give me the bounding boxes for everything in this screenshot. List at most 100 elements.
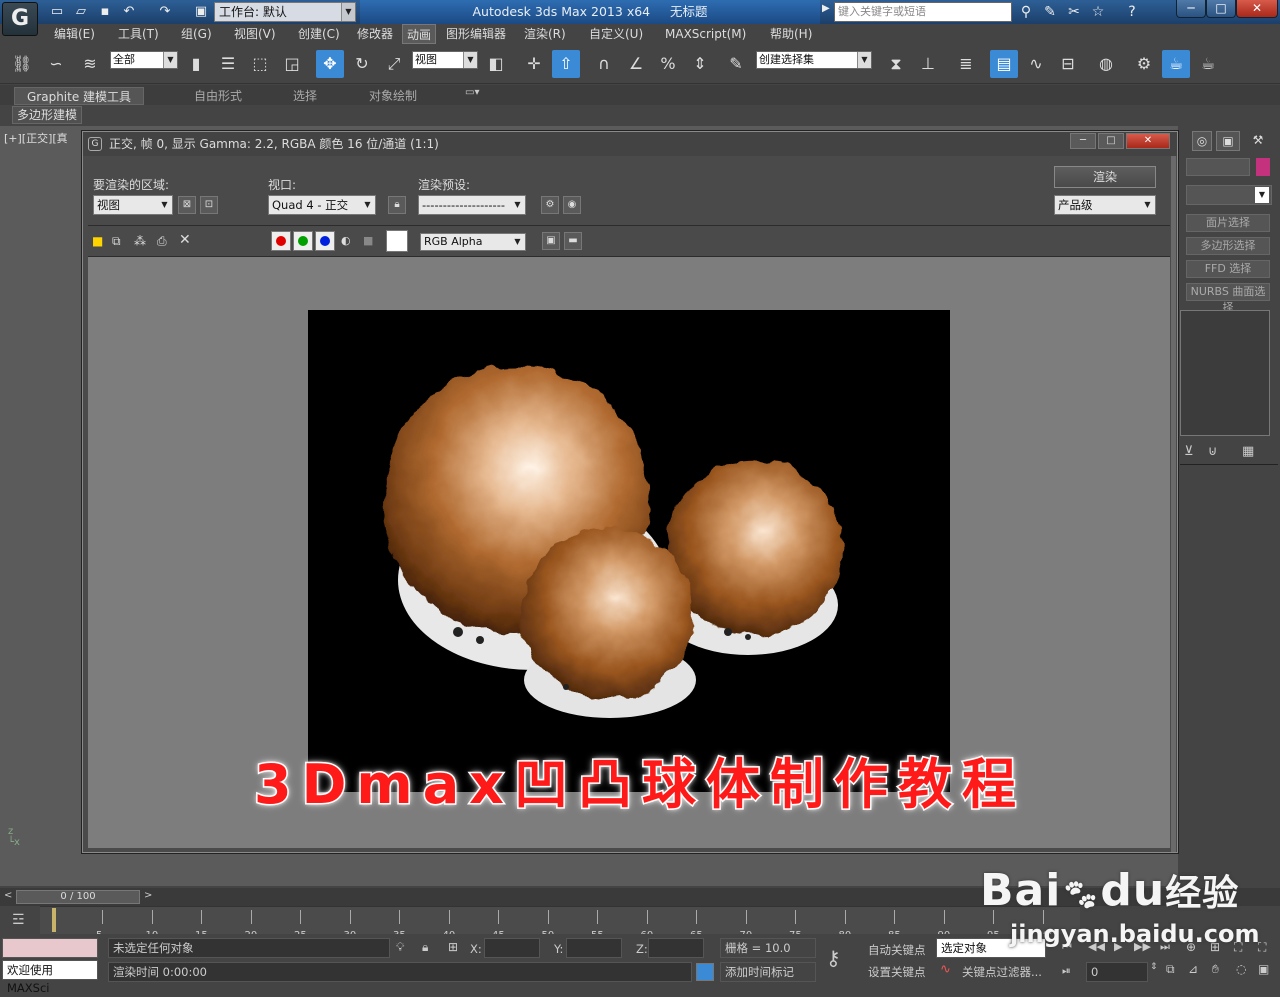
select-by-name-icon[interactable]: ☰ (214, 50, 242, 78)
modifier-list-select[interactable]: ▼ (1186, 185, 1272, 205)
ffd-select-button[interactable]: FFD 选择 (1186, 260, 1270, 278)
time-prev-icon[interactable]: < (4, 890, 12, 901)
binoculars-icon[interactable]: ⚲ (1016, 3, 1036, 21)
render-window-close-button[interactable]: ✕ (1126, 133, 1170, 149)
copy-image-icon[interactable]: ⧉ (112, 234, 121, 249)
monochrome-icon[interactable]: ■ (363, 234, 373, 247)
tab-object-paint[interactable]: 对象绘制 (369, 87, 417, 105)
menu-animation[interactable]: 动画 (402, 24, 437, 44)
select-manipulate-icon[interactable]: ✛ (520, 50, 548, 78)
render-setup-icon[interactable]: ⚙ (1130, 50, 1158, 78)
set-key-button[interactable]: 设置关键点 (868, 964, 926, 980)
open-file-icon[interactable]: ▱ (72, 3, 90, 21)
menu-view[interactable]: 视图(V) (230, 24, 280, 44)
menu-group[interactable]: 组(G) (177, 24, 216, 44)
selection-lock-icon[interactable]: 🔒︎ (422, 940, 428, 955)
print-image-icon[interactable]: ⎙ (157, 234, 167, 249)
motion-tab-icon[interactable]: ◎ (1192, 131, 1212, 151)
keyboard-shortcut-override-icon[interactable]: ⇧ (552, 50, 580, 78)
key-tools-icon[interactable]: ✎ (1040, 3, 1060, 21)
pivot-center-icon[interactable]: ◧ (482, 50, 510, 78)
display-tab-icon[interactable]: ▣ (1216, 131, 1240, 151)
menu-modifiers[interactable]: 修改器 (353, 24, 397, 44)
render-production-icon[interactable]: ☕ (1194, 50, 1222, 78)
reference-coordinate-select[interactable]: 视图 ▼ (412, 51, 478, 69)
app-logo-icon[interactable]: G (2, 2, 38, 36)
render-button[interactable]: 渲染 (1054, 166, 1156, 188)
modifier-stack-list[interactable] (1180, 310, 1270, 436)
orbit-icon[interactable]: ◌ (1236, 962, 1246, 976)
new-file-icon[interactable]: ▭ (48, 3, 66, 21)
menu-edit[interactable]: 编辑(E) (50, 24, 99, 44)
align-icon[interactable]: ⊥ (914, 50, 942, 78)
menu-tools[interactable]: 工具(T) (114, 24, 163, 44)
add-time-tag-button[interactable]: 添加时间标记 (720, 962, 816, 982)
blue-channel-toggle[interactable] (315, 231, 335, 251)
display-channel-select[interactable]: RGB Alpha ▼ (420, 233, 526, 251)
render-preset-select[interactable]: -------------------- ▼ (418, 195, 526, 215)
favorites-star-icon[interactable]: ☆ (1088, 3, 1108, 21)
maxscript-listener-input[interactable] (2, 938, 98, 958)
menu-graph-editors[interactable]: 图形编辑器 (442, 24, 510, 44)
menu-maxscript[interactable]: MAXScript(M) (661, 24, 750, 44)
environment-effects-icon[interactable]: ◉ (563, 196, 581, 214)
time-config-icon[interactable]: ⧉ (1166, 962, 1175, 977)
area-to-render-select[interactable]: 视图 ▼ (93, 195, 173, 215)
key-filters-button[interactable]: 关键点过滤器... (962, 964, 1042, 980)
time-next-icon[interactable]: > (144, 890, 152, 901)
tab-polygon-modeling[interactable]: 多边形建模 (12, 106, 82, 124)
material-editor-icon[interactable]: ◍ (1092, 50, 1120, 78)
tab-selection[interactable]: 选择 (293, 87, 317, 105)
y-coordinate-input[interactable] (566, 938, 622, 958)
frame-spinner-icon[interactable]: ⇕ (1150, 962, 1158, 972)
show-end-result-icon[interactable]: ⊍ (1208, 444, 1218, 459)
isolate-selection-icon[interactable]: 💡︎ (396, 940, 404, 955)
nurbs-surface-select-button[interactable]: NURBS 曲面选择 (1186, 283, 1270, 314)
menu-create[interactable]: 创建(C) (294, 24, 344, 44)
track-bar-icon[interactable]: ☲ (12, 912, 25, 928)
color-swatch[interactable] (386, 230, 408, 252)
edit-named-selection-icon[interactable]: ✎ (722, 50, 750, 78)
schematic-view-icon[interactable]: ⊟ (1054, 50, 1082, 78)
render-window-maximize-button[interactable]: □ (1098, 133, 1124, 149)
ribbon-options-icon[interactable]: ▭▾ (465, 87, 479, 98)
window-crossing-icon[interactable]: ◲ (278, 50, 306, 78)
patch-select-button[interactable]: 面片选择 (1186, 214, 1270, 232)
key-mode-icon[interactable]: ⏯ (1062, 964, 1071, 978)
set-key-icon[interactable]: ⚷ (826, 946, 841, 970)
redo-icon[interactable]: ↷ (156, 3, 174, 21)
rendered-frame-window-icon[interactable]: ☕ (1162, 50, 1190, 78)
save-image-icon[interactable]: ■ (92, 234, 103, 248)
absolute-mode-icon[interactable]: ⊞ (448, 940, 458, 954)
snaps-toggle-icon[interactable]: ∩ (590, 50, 618, 78)
configure-modifier-sets-icon[interactable]: ▦ (1242, 444, 1254, 459)
time-tag-icon[interactable] (696, 963, 714, 981)
minimize-button[interactable]: ─ (1176, 0, 1206, 18)
menu-customize[interactable]: 自定义(U) (585, 24, 647, 44)
viewport-select[interactable]: Quad 4 - 正交 ▼ (268, 195, 376, 215)
render-setup-icon[interactable]: ⚙ (541, 196, 559, 214)
undo-icon[interactable]: ↶ (120, 3, 138, 21)
selection-filter-select[interactable]: 全部 ▼ (110, 51, 178, 69)
viewport-label[interactable]: [+][正交][真 (4, 130, 68, 146)
current-frame-input[interactable]: 0 (1086, 962, 1148, 982)
select-object-icon[interactable]: ▮ (182, 50, 210, 78)
menu-help[interactable]: 帮助(H) (766, 24, 816, 44)
time-slider[interactable]: 0 / 100 (16, 890, 140, 904)
rectangular-selection-icon[interactable]: ⬚ (246, 50, 274, 78)
tab-freeform[interactable]: 自由形式 (194, 87, 242, 105)
spinner-snap-icon[interactable]: ⇕ (686, 50, 714, 78)
layer-manager-icon[interactable]: ≣ (952, 50, 980, 78)
render-window-title-bar[interactable]: G 正交, 帧 0, 显示 Gamma: 2.2, RGBA 颜色 16 位/通道… (83, 132, 1177, 156)
auto-region-icon[interactable]: ⊡ (200, 196, 218, 214)
object-name-input[interactable] (1186, 158, 1250, 176)
green-channel-toggle[interactable] (293, 231, 313, 251)
edit-region-icon[interactable]: ⊠ (178, 196, 196, 214)
project-folder-icon[interactable]: ▣ (192, 3, 210, 21)
current-frame-marker[interactable] (52, 908, 56, 932)
select-scale-icon[interactable]: ⤢ (380, 50, 408, 78)
percent-snap-icon[interactable]: % (654, 50, 682, 78)
z-coordinate-input[interactable] (648, 938, 704, 958)
maxscript-output[interactable]: 欢迎使用 MAXSci (2, 960, 98, 995)
pin-stack-icon[interactable]: ⊻ (1184, 444, 1194, 459)
